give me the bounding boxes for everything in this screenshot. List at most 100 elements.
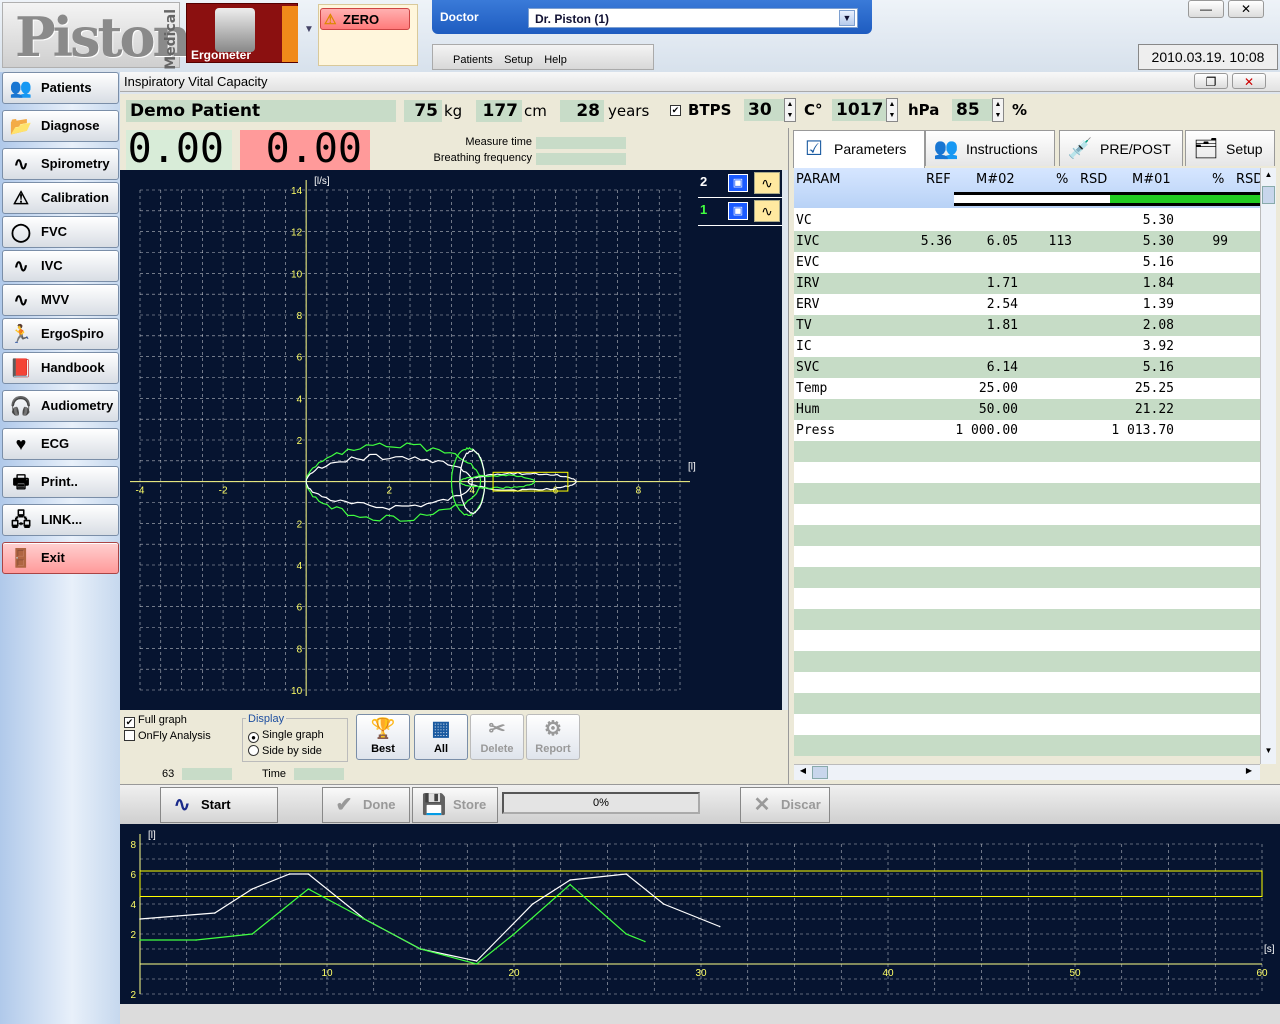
- chevron-down-icon[interactable]: ▼: [839, 10, 855, 26]
- wave-icon[interactable]: ∿: [754, 172, 780, 194]
- wave-icon[interactable]: ∿: [754, 200, 780, 222]
- table-row[interactable]: ERV 2.54 1.39: [794, 294, 1260, 315]
- minimize-icon[interactable]: —: [1188, 0, 1224, 18]
- save-icon[interactable]: ▣: [728, 174, 748, 192]
- start-button[interactable]: ∿ Start: [160, 787, 278, 823]
- warning-icon: ⚠: [12, 188, 30, 208]
- y-tick-label: 4: [130, 900, 136, 911]
- table-row[interactable]: Press 1 000.00 1 013.70: [794, 420, 1260, 441]
- restore-icon[interactable]: ❐: [1194, 73, 1228, 89]
- sidebar-item-calibration[interactable]: ⚠ Calibration: [2, 182, 119, 214]
- table-row[interactable]: SVC 6.14 5.16: [794, 357, 1260, 378]
- side-by-side-radio[interactable]: Side by side: [248, 745, 322, 757]
- done-button[interactable]: ✔ Done: [322, 787, 410, 823]
- tab-parameters[interactable]: ☑ Parameters: [793, 130, 925, 168]
- scroll-left-icon[interactable]: ◀: [796, 766, 810, 779]
- data-point: [214, 912, 216, 914]
- param-name: Press: [796, 423, 836, 438]
- data-point: [139, 918, 141, 920]
- table-row[interactable]: Hum 50.00 21.22: [794, 399, 1260, 420]
- header-ref: REF: [926, 172, 951, 187]
- table-row-empty: [794, 714, 1260, 735]
- sidebar-item-exit[interactable]: 🚪 Exit: [2, 542, 119, 574]
- table-row[interactable]: TV 1.81 2.08: [794, 315, 1260, 336]
- sidebar-item-fvc[interactable]: ◯ FVC: [2, 216, 119, 248]
- menu-patients[interactable]: Patients: [453, 54, 493, 66]
- humidity-input[interactable]: 85: [952, 99, 992, 121]
- start-label: Start: [201, 797, 231, 812]
- sidebar-item-ecg[interactable]: ♥ ECG: [2, 428, 119, 460]
- table-row-empty: [794, 441, 1260, 462]
- tab-prepost[interactable]: 💉 PRE/POST: [1059, 130, 1183, 166]
- sidebar-item-diagnose[interactable]: 📂 Diagnose: [2, 110, 119, 142]
- chevron-down-icon[interactable]: ▼: [302, 24, 316, 44]
- trial-row[interactable]: 2 ▣ ∿: [698, 170, 782, 198]
- module-indicator: [282, 6, 298, 62]
- flow-volume-graph[interactable]: -4 -2 2 4 6 8 14 12 10 8 6 4 2 2 4 6 8 10 [l] [l/s]: [120, 170, 782, 710]
- parameters-table: PARAM REF M#02 % RSD M#01 % RSD VC 5.30 IV…: [794, 168, 1263, 756]
- sidebar-item-link[interactable]: 🖧 LINK...: [2, 504, 119, 536]
- report-button[interactable]: ⚙ Report: [526, 714, 580, 760]
- table-row[interactable]: IRV 1.71 1.84: [794, 273, 1260, 294]
- horizontal-scrollbar[interactable]: ◀ ▶: [794, 764, 1260, 780]
- doctor-label: Doctor: [440, 10, 479, 24]
- full-graph-checkbox[interactable]: ✔ Full graph: [124, 714, 187, 728]
- trial-row[interactable]: 1 ▣ ∿: [698, 198, 782, 226]
- tab-setup[interactable]: 🗂 Setup: [1185, 130, 1275, 166]
- param-name: IC: [796, 339, 812, 354]
- y-tick-label: 8: [297, 644, 303, 655]
- menu-help[interactable]: Help: [544, 54, 567, 66]
- book-icon: 📕: [9, 358, 33, 378]
- btps-checkbox[interactable]: ✔: [670, 102, 684, 116]
- temp-spinner[interactable]: ▲ ▼: [784, 98, 796, 122]
- wave-icon: ∿: [13, 256, 29, 276]
- scroll-down-icon[interactable]: ▼: [1262, 746, 1275, 760]
- tab-instructions[interactable]: 👥 Instructions: [925, 130, 1055, 166]
- data-point: [176, 915, 179, 917]
- delete-button[interactable]: ✂ Delete: [470, 714, 524, 760]
- volume-time-graph[interactable]: 10 20 30 40 50 60 8 6 4 2 2 [s] [l]: [120, 824, 1280, 1004]
- sidebar-item-label: Audiometry: [41, 398, 114, 413]
- table-row[interactable]: IC 3.92: [794, 336, 1260, 357]
- single-graph-radio[interactable]: ● Single graph: [248, 729, 324, 743]
- store-button[interactable]: 💾 Store: [412, 787, 498, 823]
- all-button[interactable]: ▦ All: [414, 714, 468, 760]
- best-button[interactable]: 🏆 Best: [356, 714, 410, 760]
- humidity-spinner[interactable]: ▲ ▼: [992, 98, 1004, 122]
- zero-button[interactable]: ⚠ ZERO: [320, 8, 410, 30]
- pressure-input[interactable]: 1017: [832, 99, 886, 121]
- sidebar-item-handbook[interactable]: 📕 Handbook: [2, 352, 119, 384]
- table-row[interactable]: EVC 5.16: [794, 252, 1260, 273]
- table-row[interactable]: IVC 5.36 6.05 113 5.30 99: [794, 231, 1260, 252]
- y-tick-label: 6: [297, 353, 303, 364]
- scroll-up-icon[interactable]: ▲: [1262, 170, 1275, 184]
- close-icon[interactable]: ✕: [1228, 0, 1264, 18]
- data-point: [195, 939, 197, 941]
- table-row[interactable]: Temp 25.00 25.25: [794, 378, 1260, 399]
- close-icon[interactable]: ✕: [1232, 73, 1266, 89]
- hscroll-thumb[interactable]: [812, 766, 828, 779]
- sidebar-item-print[interactable]: 🖶 Print..: [2, 466, 119, 498]
- patient-row: Demo Patient 75 kg 177 cm 28 years ✔ BTP…: [120, 94, 1280, 128]
- scroll-thumb[interactable]: [1262, 186, 1275, 204]
- onfly-label: OnFly Analysis: [138, 730, 211, 742]
- pressure-spinner[interactable]: ▲ ▼: [886, 98, 898, 122]
- sidebar-item-ergospiro[interactable]: 🏃 ErgoSpiro: [2, 318, 119, 350]
- scroll-right-icon[interactable]: ▶: [1242, 766, 1256, 779]
- table-row-empty: [794, 672, 1260, 693]
- sidebar-item-audiometry[interactable]: 🎧 Audiometry: [2, 390, 119, 422]
- param-value: 6.05: [986, 234, 1018, 249]
- sidebar-item-mvv[interactable]: ∿ MVV: [2, 284, 119, 316]
- headphones-icon: 🎧: [9, 396, 33, 416]
- vertical-scrollbar[interactable]: ▲ ▼: [1260, 168, 1276, 764]
- save-icon[interactable]: ▣: [728, 202, 748, 220]
- table-row[interactable]: VC 5.30: [794, 210, 1260, 231]
- sidebar-item-patients[interactable]: 👥 Patients: [2, 72, 119, 104]
- onfly-checkbox[interactable]: OnFly Analysis: [124, 730, 211, 742]
- temp-input[interactable]: 30: [744, 99, 784, 121]
- menu-setup[interactable]: Setup: [504, 54, 533, 66]
- discard-button[interactable]: ✕ Discar: [740, 787, 830, 823]
- sidebar-item-ivc[interactable]: ∿ IVC: [2, 250, 119, 282]
- sidebar-item-spirometry[interactable]: ∿ Spirometry: [2, 148, 119, 180]
- doctor-select[interactable]: Dr. Piston (1) ▼: [528, 8, 858, 28]
